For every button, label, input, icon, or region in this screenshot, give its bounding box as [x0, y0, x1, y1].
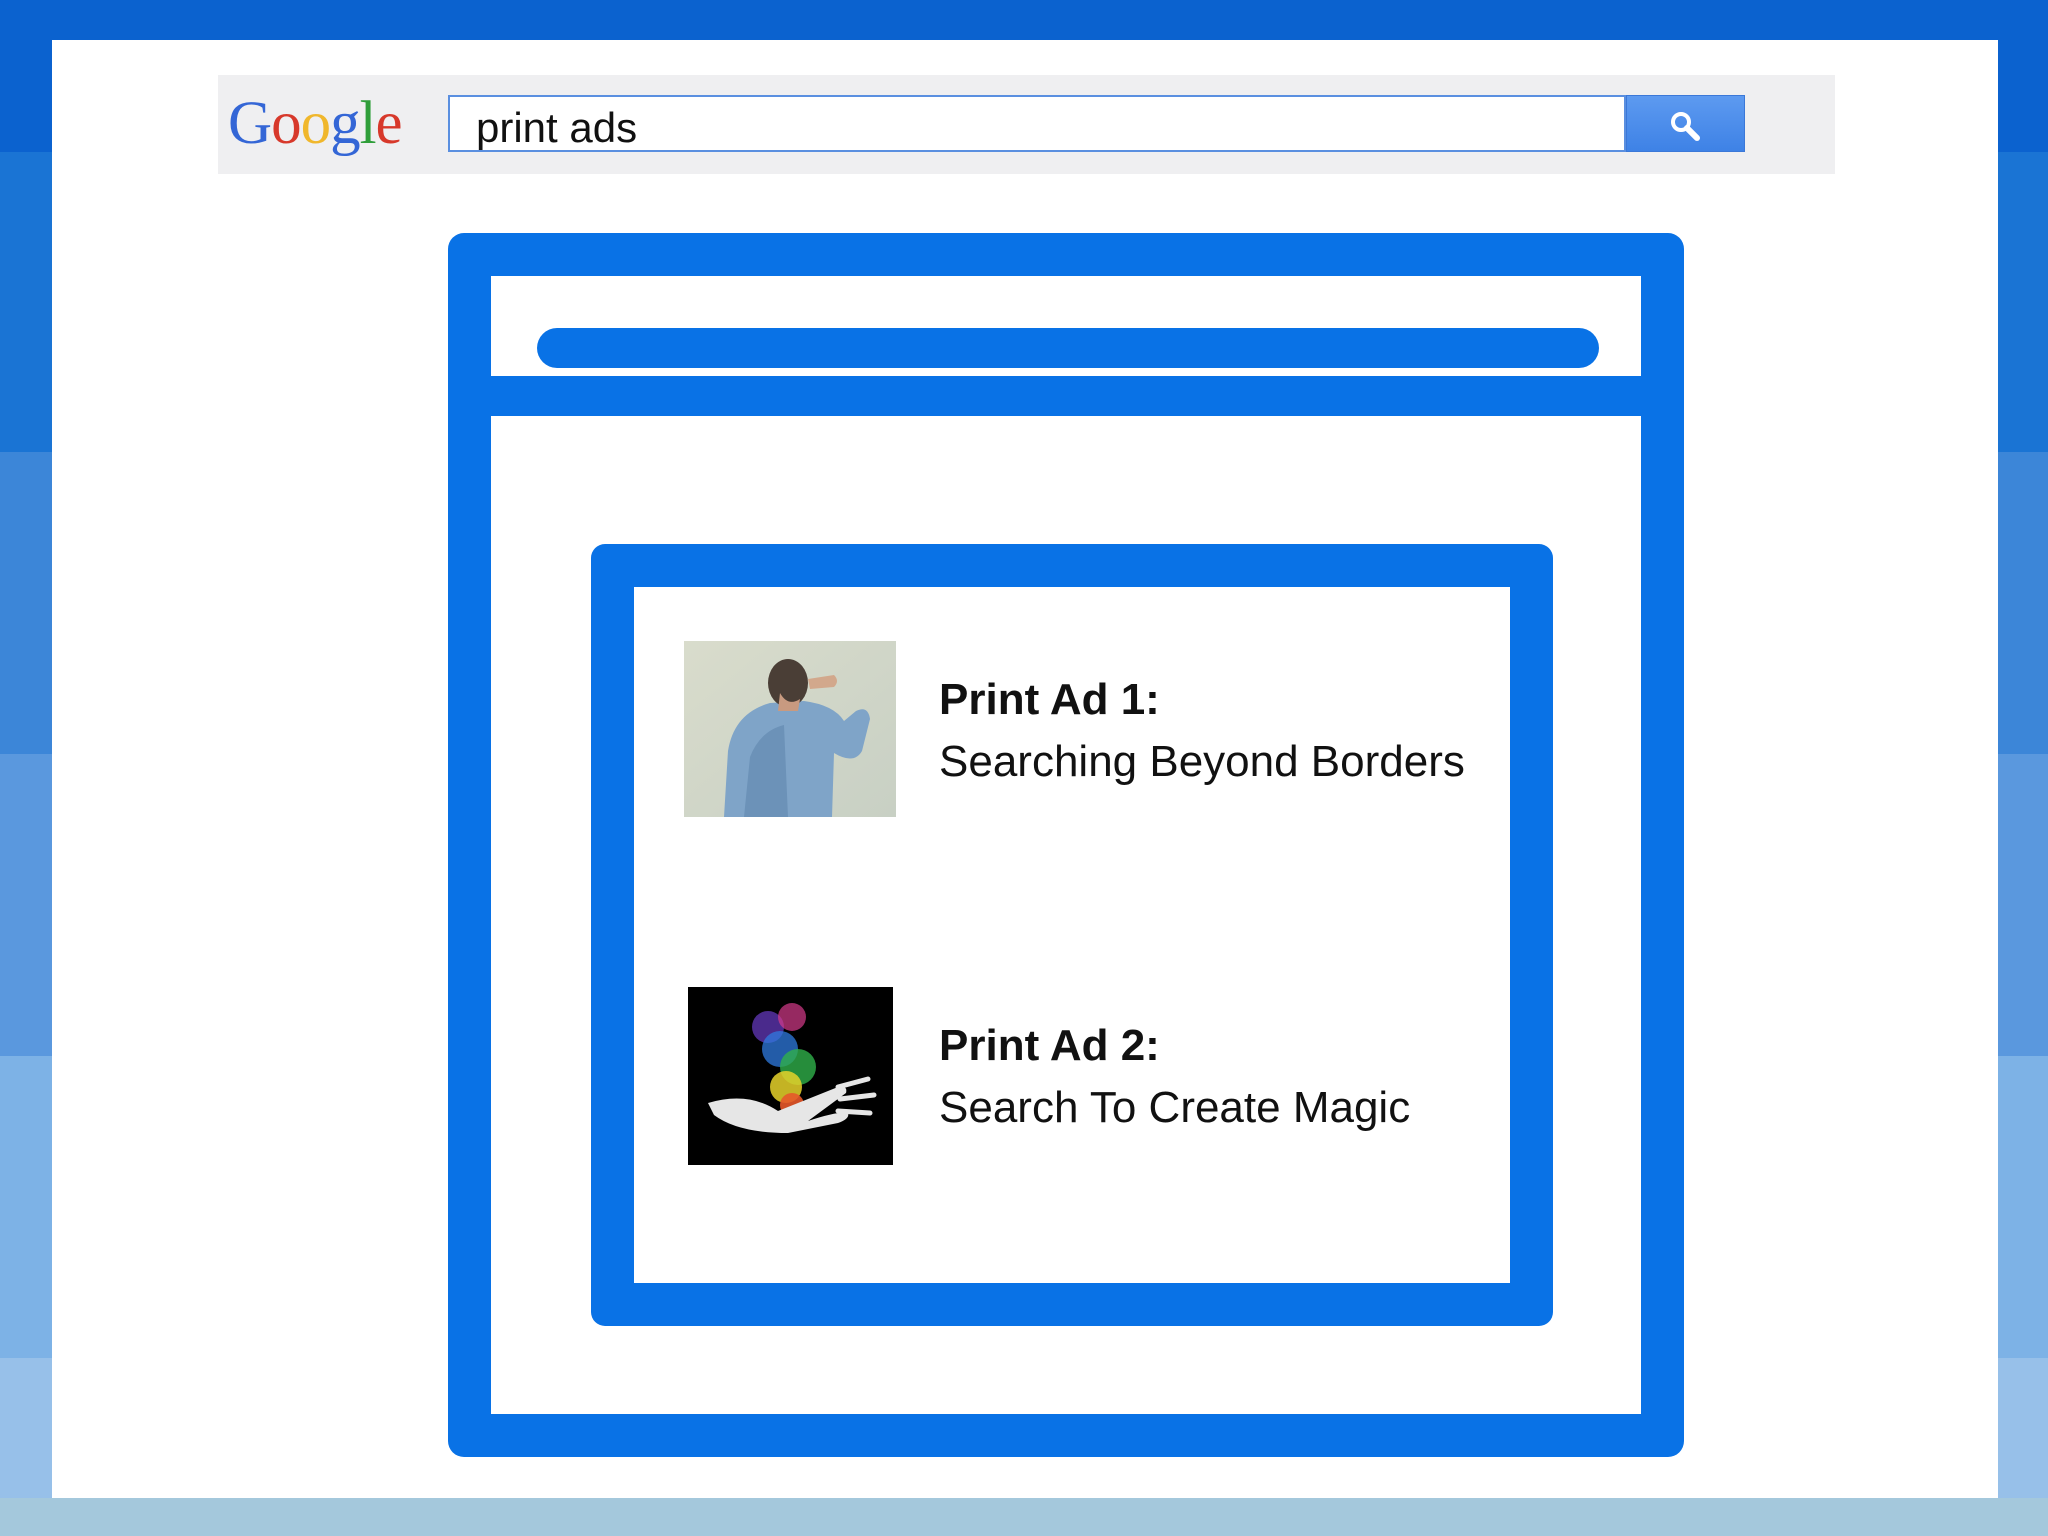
logo-letter: o — [300, 90, 331, 157]
address-bar — [537, 328, 1599, 368]
background-band — [0, 1498, 2048, 1536]
hand-releasing-colorful-smoke-image — [688, 987, 893, 1165]
logo-letter: e — [375, 90, 403, 157]
ad-thumbnail[interactable] — [684, 641, 896, 817]
logo-letter: o — [271, 90, 301, 157]
logo-letter: l — [359, 90, 377, 157]
search-input[interactable] — [448, 95, 1626, 152]
ad-result[interactable]: Print Ad 2: Search To Create Magic — [634, 987, 1510, 1187]
browser-window-illustration: Print Ad 1: Searching Beyond Borders Pri… — [448, 233, 1684, 1457]
ad-title[interactable]: Print Ad 2: — [939, 1015, 1410, 1077]
ad-result[interactable]: Print Ad 1: Searching Beyond Borders — [634, 641, 1510, 841]
man-looking-into-distance-image — [684, 641, 896, 817]
logo-letter: g — [330, 90, 360, 157]
ad-subtitle[interactable]: Search To Create Magic — [939, 1077, 1410, 1139]
search-icon — [1671, 112, 1700, 141]
ad-thumbnail[interactable] — [688, 987, 893, 1165]
ad-subtitle[interactable]: Searching Beyond Borders — [939, 731, 1465, 793]
ad-results-panel: Print Ad 1: Searching Beyond Borders Pri… — [591, 544, 1553, 1326]
search-button[interactable] — [1626, 95, 1745, 152]
ad-text: Print Ad 2: Search To Create Magic — [939, 1015, 1410, 1139]
slide-canvas: Google print ads Print Ad 1: Searching B… — [52, 40, 1998, 1498]
google-logo[interactable]: Google — [228, 89, 403, 159]
google-search-bar: Google — [218, 75, 1835, 174]
ad-text: Print Ad 1: Searching Beyond Borders — [939, 669, 1465, 793]
logo-letter: G — [228, 90, 272, 157]
window-header-divider — [491, 376, 1641, 416]
ad-title[interactable]: Print Ad 1: — [939, 669, 1465, 731]
